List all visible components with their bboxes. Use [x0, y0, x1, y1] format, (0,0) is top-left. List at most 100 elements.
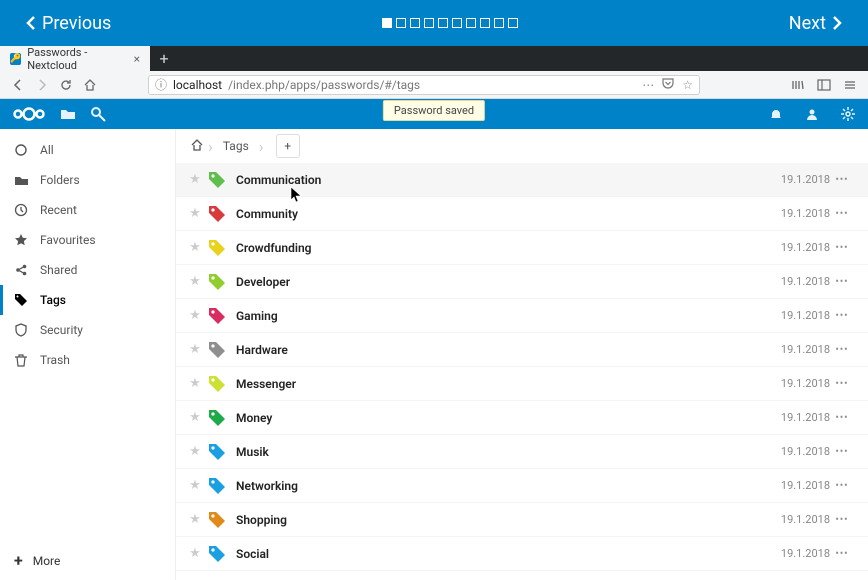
favourite-star-icon[interactable]: ★: [186, 172, 204, 187]
add-tag-button[interactable]: +: [276, 134, 300, 158]
tag-date: 19.1.2018: [760, 173, 830, 186]
slide-indicator[interactable]: [410, 18, 420, 28]
sidebar-item-recent[interactable]: Recent: [0, 195, 175, 225]
row-menu-button[interactable]: ⋯: [830, 444, 854, 459]
row-menu-button[interactable]: ⋯: [830, 546, 854, 561]
security-icon: [14, 323, 28, 337]
site-info-icon[interactable]: ⓘ: [155, 76, 167, 93]
tab-favicon: 🔑: [10, 53, 21, 65]
settings-gear-icon[interactable]: [840, 106, 856, 122]
favourite-star-icon[interactable]: ★: [186, 444, 204, 459]
sidebar-more-button[interactable]: +More: [0, 541, 175, 580]
slide-indicator[interactable]: [480, 18, 490, 28]
new-tab-button[interactable]: +: [150, 46, 178, 71]
tag-date: 19.1.2018: [760, 275, 830, 288]
browser-tab[interactable]: 🔑 Passwords - Nextcloud ×: [0, 46, 150, 71]
tab-close-button[interactable]: ×: [134, 52, 140, 66]
favourite-star-icon[interactable]: ★: [186, 308, 204, 323]
url-bar[interactable]: ⓘ localhost/index.php/apps/passwords/#/t…: [148, 75, 700, 95]
tag-row[interactable]: ★Crowdfunding19.1.2018⋯: [176, 231, 868, 265]
favourite-star-icon[interactable]: ★: [186, 512, 204, 527]
sidebar-toggle-icon[interactable]: [816, 77, 832, 93]
sidebar-item-folders[interactable]: Folders: [0, 165, 175, 195]
tag-row[interactable]: ★Gaming19.1.2018⋯: [176, 299, 868, 333]
breadcrumb-section[interactable]: Tags: [217, 139, 255, 153]
forward-button[interactable]: [34, 77, 50, 93]
page-actions-icon[interactable]: ⋯: [642, 78, 654, 92]
files-app-icon[interactable]: [60, 106, 76, 122]
sidebar-item-security[interactable]: Security: [0, 315, 175, 345]
tag-row[interactable]: ★Musik19.1.2018⋯: [176, 435, 868, 469]
sidebar-item-label: Shared: [40, 263, 77, 277]
row-menu-button[interactable]: ⋯: [830, 206, 854, 221]
sidebar-item-all[interactable]: All: [0, 135, 175, 165]
slide-indicator[interactable]: [396, 18, 406, 28]
back-button[interactable]: [10, 77, 26, 93]
library-icon[interactable]: [790, 77, 806, 93]
row-menu-button[interactable]: ⋯: [830, 512, 854, 527]
browser-menu-icon[interactable]: [842, 77, 858, 93]
sidebar-item-label: Tags: [40, 293, 66, 307]
url-path: /index.php/apps/passwords/#/tags: [228, 78, 420, 92]
next-button[interactable]: Next: [789, 13, 842, 34]
favourites-icon: [14, 233, 28, 247]
tag-date: 19.1.2018: [760, 411, 830, 424]
tag-name: Hardware: [230, 343, 760, 357]
favourite-star-icon[interactable]: ★: [186, 376, 204, 391]
tag-row[interactable]: ★Community19.1.2018⋯: [176, 197, 868, 231]
bookmark-star-icon[interactable]: ☆: [682, 78, 693, 92]
sidebar-item-trash[interactable]: Trash: [0, 345, 175, 375]
chevron-left-icon: [26, 16, 36, 30]
sidebar-item-favourites[interactable]: Favourites: [0, 225, 175, 255]
row-menu-button[interactable]: ⋯: [830, 478, 854, 493]
favourite-star-icon[interactable]: ★: [186, 342, 204, 357]
contacts-icon[interactable]: [804, 106, 820, 122]
favourite-star-icon[interactable]: ★: [186, 410, 204, 425]
breadcrumb-separator: ›: [259, 137, 264, 156]
row-menu-button[interactable]: ⋯: [830, 274, 854, 289]
slide-indicator[interactable]: [452, 18, 462, 28]
row-menu-button[interactable]: ⋯: [830, 410, 854, 425]
slide-indicator[interactable]: [382, 18, 392, 28]
favourite-star-icon[interactable]: ★: [186, 478, 204, 493]
slide-indicator[interactable]: [494, 18, 504, 28]
prev-button[interactable]: Previous: [26, 13, 111, 34]
tag-row[interactable]: ★Hardware19.1.2018⋯: [176, 333, 868, 367]
toast-notification: Password saved: [383, 100, 485, 121]
sidebar-item-tags[interactable]: Tags: [0, 285, 175, 315]
row-menu-button[interactable]: ⋯: [830, 240, 854, 255]
breadcrumb-home-icon[interactable]: [190, 138, 204, 155]
tag-date: 19.1.2018: [760, 309, 830, 322]
tag-date: 19.1.2018: [760, 479, 830, 492]
plus-icon: +: [14, 551, 23, 570]
favourite-star-icon[interactable]: ★: [186, 274, 204, 289]
slide-indicator[interactable]: [466, 18, 476, 28]
passwords-app-icon[interactable]: [90, 106, 106, 122]
row-menu-button[interactable]: ⋯: [830, 376, 854, 391]
tag-icon: [204, 204, 230, 224]
tag-row[interactable]: ★Money19.1.2018⋯: [176, 401, 868, 435]
favourite-star-icon[interactable]: ★: [186, 546, 204, 561]
nextcloud-logo[interactable]: [12, 106, 46, 122]
row-menu-button[interactable]: ⋯: [830, 172, 854, 187]
home-button[interactable]: [82, 77, 98, 93]
tag-row[interactable]: ★Social19.1.2018⋯: [176, 537, 868, 571]
sidebar-item-label: Favourites: [40, 233, 96, 247]
favourite-star-icon[interactable]: ★: [186, 206, 204, 221]
sidebar-item-label: Folders: [40, 173, 80, 187]
favourite-star-icon[interactable]: ★: [186, 240, 204, 255]
reload-button[interactable]: [58, 77, 74, 93]
tag-row[interactable]: ★Communication19.1.2018⋯: [176, 163, 868, 197]
sidebar-item-shared[interactable]: Shared: [0, 255, 175, 285]
tag-row[interactable]: ★Shopping19.1.2018⋯: [176, 503, 868, 537]
tag-row[interactable]: ★Messenger19.1.2018⋯: [176, 367, 868, 401]
slide-indicator[interactable]: [424, 18, 434, 28]
pocket-icon[interactable]: [662, 77, 674, 92]
tag-row[interactable]: ★Networking19.1.2018⋯: [176, 469, 868, 503]
row-menu-button[interactable]: ⋯: [830, 308, 854, 323]
slide-indicator[interactable]: [438, 18, 448, 28]
notifications-icon[interactable]: [768, 106, 784, 122]
tag-row[interactable]: ★Developer19.1.2018⋯: [176, 265, 868, 299]
slide-indicator[interactable]: [508, 18, 518, 28]
row-menu-button[interactable]: ⋯: [830, 342, 854, 357]
